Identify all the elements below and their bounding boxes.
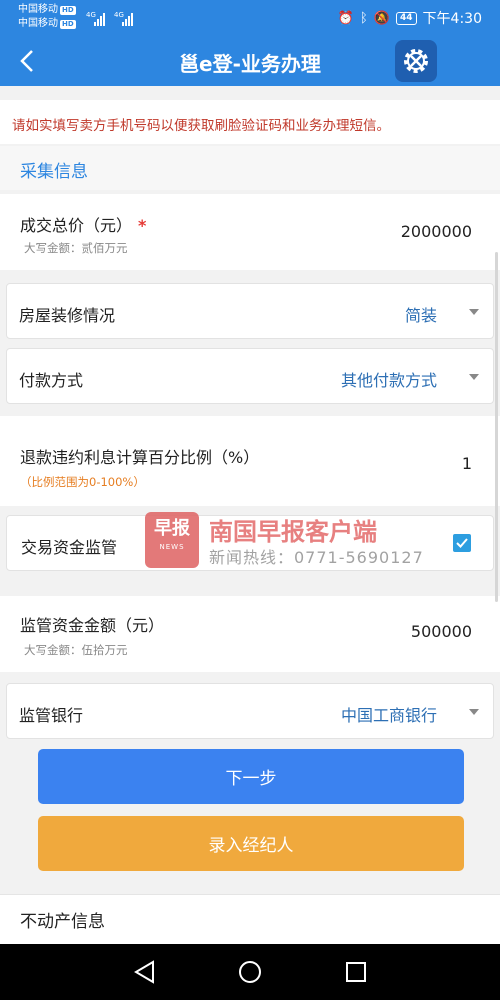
supervised-amount-label: 监管资金金额（元） bbox=[20, 616, 165, 635]
nav-back-button[interactable] bbox=[130, 958, 158, 986]
status-bar: 中国移动 HD 中国移动 HD 4G 4G ⏰ ᛒ 🔕 44 下午4:30 bbox=[0, 0, 500, 36]
supervised-amount-field[interactable]: 监管资金金额（元） 大写金额：伍拾万元 500000 bbox=[0, 596, 500, 672]
mute-icon: 🔕 bbox=[373, 10, 391, 26]
square-recents-icon bbox=[346, 962, 366, 982]
circle-home-icon bbox=[239, 961, 261, 983]
total-price-label: 成交总价（元） * bbox=[20, 216, 147, 235]
scrollbar[interactable] bbox=[495, 252, 498, 602]
fund-supervision-checkbox[interactable] bbox=[453, 534, 471, 552]
chevron-down-icon bbox=[469, 709, 479, 715]
payment-select[interactable]: 付款方式 其他付款方式 bbox=[6, 348, 494, 404]
supervised-amount-uppercase: 大写金额：伍拾万元 bbox=[24, 643, 128, 657]
svg-text:4G: 4G bbox=[86, 11, 96, 19]
watermark-title: 南国早报客户端 bbox=[209, 518, 377, 546]
nav-recents-button[interactable] bbox=[342, 958, 370, 986]
section-collect-info: 采集信息 bbox=[0, 146, 500, 190]
payment-label: 付款方式 bbox=[19, 371, 84, 390]
enter-agent-button[interactable]: 录入经纪人 bbox=[38, 816, 464, 871]
battery-icon: 44 bbox=[396, 11, 417, 25]
triangle-back-icon bbox=[134, 960, 154, 984]
alarm-icon: ⏰ bbox=[337, 10, 355, 26]
bluetooth-icon: ᛒ bbox=[360, 10, 368, 26]
signal-icon: 4G 4G bbox=[86, 11, 133, 26]
gear-icon bbox=[404, 49, 428, 73]
decoration-select[interactable]: 房屋装修情况 简装 bbox=[6, 283, 494, 339]
section-property-info: 不动产信息 bbox=[0, 894, 500, 944]
refund-ratio-hint: （比例范围为0-100%） bbox=[20, 475, 145, 489]
svg-text:4G: 4G bbox=[114, 11, 124, 19]
notice-text: 请如实填写卖方手机号码以便获取刷脸验证码和业务办理短信。 bbox=[0, 100, 500, 144]
watermark-hotline: 新闻热线：0771-5690127 bbox=[209, 548, 424, 567]
app-bar: 邕e登-业务办理 bbox=[0, 36, 500, 86]
status-time: 下午4:30 bbox=[422, 11, 482, 27]
carrier-1: 中国移动 HD bbox=[18, 4, 76, 15]
total-price-input[interactable]: 2000000 bbox=[401, 222, 472, 241]
watermark: 早报 NEWS 南国早报客户端 新闻热线：0771-5690127 bbox=[145, 510, 425, 570]
payment-value: 其他付款方式 bbox=[340, 371, 437, 390]
nav-home-button[interactable] bbox=[236, 958, 264, 986]
total-price-uppercase: 大写金额：贰佰万元 bbox=[24, 241, 128, 255]
settings-button[interactable] bbox=[395, 40, 437, 82]
supervising-bank-select[interactable]: 监管银行 中国工商银行 bbox=[6, 683, 494, 739]
chevron-down-icon bbox=[469, 309, 479, 315]
refund-ratio-field[interactable]: 退款违约利息计算百分比例（%） （比例范围为0-100%） 1 bbox=[0, 416, 500, 506]
next-step-button[interactable]: 下一步 bbox=[38, 749, 464, 804]
carrier-2: 中国移动 HD bbox=[18, 18, 76, 29]
total-price-field[interactable]: 成交总价（元） * 大写金额：贰佰万元 2000000 bbox=[0, 194, 500, 270]
refund-ratio-label: 退款违约利息计算百分比例（%） bbox=[20, 448, 260, 467]
supervising-bank-label: 监管银行 bbox=[19, 706, 84, 725]
supervised-amount-input[interactable]: 500000 bbox=[411, 622, 472, 641]
supervising-bank-value: 中国工商银行 bbox=[340, 706, 437, 725]
refund-ratio-input[interactable]: 1 bbox=[462, 454, 472, 473]
watermark-logo: 早报 NEWS bbox=[145, 512, 199, 568]
system-nav-bar bbox=[0, 944, 500, 1000]
decoration-label: 房屋装修情况 bbox=[19, 306, 116, 325]
chevron-down-icon bbox=[469, 374, 479, 380]
fund-supervision-label: 交易资金监管 bbox=[21, 538, 118, 557]
check-icon bbox=[456, 538, 468, 548]
decoration-value: 简装 bbox=[404, 306, 437, 325]
